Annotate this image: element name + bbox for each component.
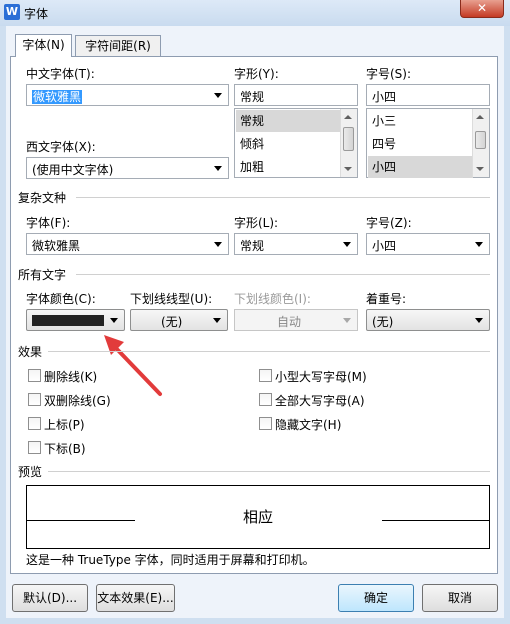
complex-size-value: 小四 [372, 239, 397, 253]
checkbox-label: 全部大写字母(A) [275, 394, 365, 408]
underline-color-combo: 自动 [234, 309, 358, 331]
scroll-up-icon[interactable] [344, 115, 352, 119]
hidden-text-checkbox[interactable] [259, 417, 272, 430]
complex-style-combo[interactable]: 常规 [234, 233, 358, 255]
western-font-combo[interactable]: (使用中文字体) [26, 157, 229, 179]
size-list[interactable]: 小三 四号 小四 [366, 108, 490, 178]
complex-style-value: 常规 [240, 239, 265, 253]
underline-style-value: (无) [161, 315, 183, 329]
complex-font-value: 微软雅黑 [32, 239, 81, 253]
preview-sample-text: 相应 [242, 508, 273, 526]
style-input[interactable]: 常规 [234, 84, 358, 106]
complex-style-label: 字形(L): [234, 216, 279, 230]
preview-line-right [382, 520, 490, 521]
font-color-button[interactable] [26, 309, 125, 331]
effects-section-title: 效果 [18, 345, 43, 359]
underline-color-label: 下划线颜色(I): [234, 292, 311, 306]
scroll-thumb[interactable] [475, 131, 486, 149]
app-icon: W [4, 4, 20, 20]
checkbox-label: 双删除线(G) [44, 394, 111, 408]
style-option[interactable]: 倾斜 [236, 133, 341, 155]
chevron-down-icon [213, 318, 221, 323]
preview-section-title: 预览 [18, 465, 43, 479]
complex-section-title: 复杂文种 [18, 191, 67, 205]
style-list[interactable]: 常规 倾斜 加粗 [234, 108, 358, 178]
title-bar [0, 0, 510, 26]
size-label: 字号(S): [366, 67, 412, 81]
underline-style-combo[interactable]: (无) [130, 309, 228, 331]
size-option[interactable]: 小三 [368, 110, 473, 132]
strikethrough-checkbox[interactable] [28, 369, 41, 382]
chevron-down-icon [214, 166, 222, 171]
emphasis-value: (无) [372, 315, 394, 329]
chinese-font-label: 中文字体(T): [26, 67, 95, 81]
style-label: 字形(Y): [234, 67, 279, 81]
chevron-down-icon [343, 318, 351, 323]
complex-font-label: 字体(F): [26, 216, 71, 230]
tab-font[interactable]: 字体(N) [15, 34, 72, 57]
underline-style-label: 下划线线型(U): [130, 292, 213, 306]
complex-size-label: 字号(Z): [366, 216, 412, 230]
close-button[interactable]: ✕ [460, 0, 504, 18]
western-font-label: 西文字体(X): [26, 140, 96, 154]
emphasis-combo[interactable]: (无) [366, 309, 490, 331]
window-title: 字体 [24, 7, 49, 21]
emphasis-label: 着重号: [366, 292, 407, 306]
scroll-down-icon[interactable] [476, 167, 484, 171]
double-strikethrough-checkbox[interactable] [28, 393, 41, 406]
size-option[interactable]: 四号 [368, 133, 473, 155]
all-caps-checkbox[interactable] [259, 393, 272, 406]
cancel-button[interactable]: 取消 [422, 584, 498, 612]
text-effects-button[interactable]: 文本效果(E)... [96, 584, 175, 612]
section-divider [76, 274, 490, 275]
scroll-thumb[interactable] [343, 127, 354, 151]
complex-size-combo[interactable]: 小四 [366, 233, 490, 255]
underline-color-value: 自动 [277, 315, 302, 329]
chevron-down-icon [214, 242, 222, 247]
section-divider [48, 351, 490, 352]
checkbox-label: 隐藏文字(H) [275, 418, 342, 432]
size-option[interactable]: 小四 [368, 156, 473, 178]
chinese-font-value: 微软雅黑 [32, 90, 83, 104]
chevron-down-icon [475, 242, 483, 247]
font-color-label: 字体颜色(C): [26, 292, 96, 306]
western-font-value: (使用中文字体) [32, 163, 114, 177]
chevron-down-icon [214, 93, 222, 98]
default-button[interactable]: 默认(D)... [12, 584, 88, 612]
chinese-font-combo[interactable]: 微软雅黑 [26, 84, 229, 106]
all-text-section-title: 所有文字 [18, 268, 67, 282]
section-divider [48, 471, 490, 472]
preview-note: 这是一种 TrueType 字体，同时适用于屏幕和打印机。 [26, 553, 315, 567]
chevron-down-icon [475, 318, 483, 323]
scroll-up-icon[interactable] [476, 115, 484, 119]
style-scrollbar[interactable] [340, 109, 357, 177]
section-divider [76, 197, 490, 198]
checkbox-label: 删除线(K) [44, 370, 98, 384]
superscript-checkbox[interactable] [28, 417, 41, 430]
size-scrollbar[interactable] [472, 109, 489, 177]
checkbox-label: 小型大写字母(M) [275, 370, 367, 384]
complex-font-combo[interactable]: 微软雅黑 [26, 233, 229, 255]
style-option[interactable]: 加粗 [236, 156, 341, 178]
chevron-down-icon [110, 318, 118, 323]
tab-character-spacing[interactable]: 字符间距(R) [75, 35, 161, 57]
size-input[interactable]: 小四 [366, 84, 490, 106]
subscript-checkbox[interactable] [28, 441, 41, 454]
scroll-down-icon[interactable] [344, 167, 352, 171]
checkbox-label: 下标(B) [44, 442, 86, 456]
checkbox-label: 上标(P) [44, 418, 85, 432]
preview-box: 相应 [26, 485, 490, 549]
chevron-down-icon [343, 242, 351, 247]
annotation-arrow [104, 335, 162, 396]
color-swatch [32, 315, 104, 326]
style-option[interactable]: 常规 [236, 110, 341, 132]
ok-button[interactable]: 确定 [338, 584, 414, 612]
small-caps-checkbox[interactable] [259, 369, 272, 382]
